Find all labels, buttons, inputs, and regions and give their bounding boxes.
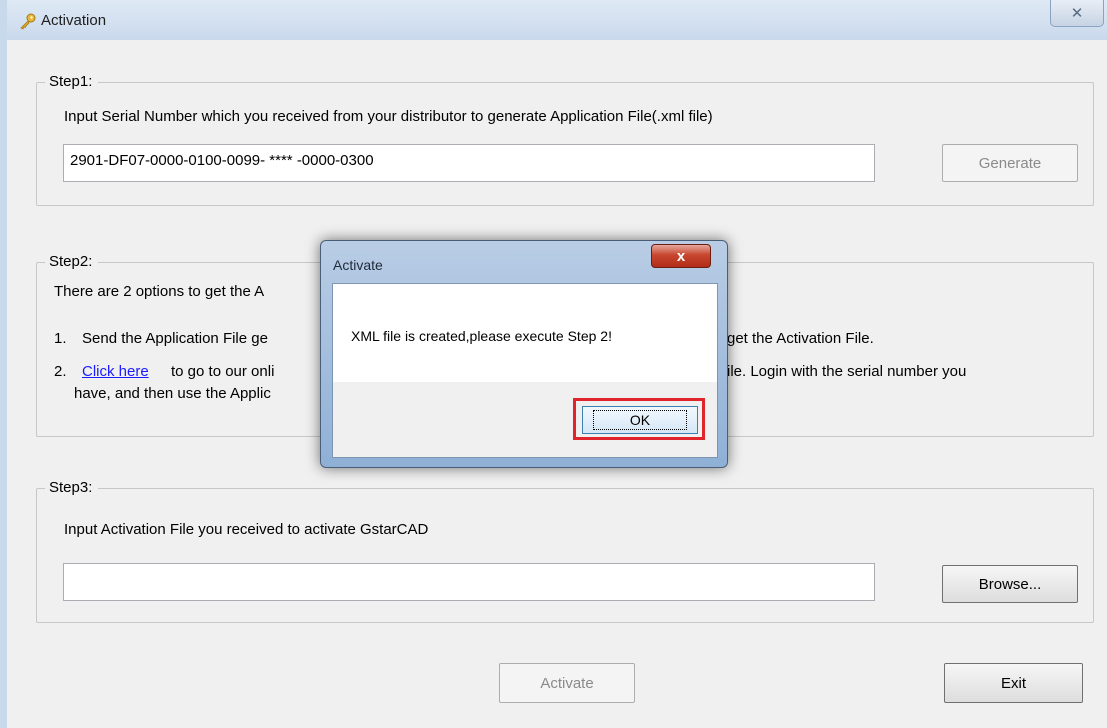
option2-text-line2: have, and then use the Applic	[74, 385, 271, 402]
title-bar: Activation ✕	[7, 0, 1107, 40]
option1-text-right: get the Activation File.	[727, 330, 874, 347]
ok-button[interactable]: OK	[582, 406, 698, 434]
option2-text-left: to go to our onli	[171, 363, 275, 380]
step2-legend: Step2:	[45, 253, 99, 271]
dialog-title: Activate	[333, 257, 383, 273]
step1-legend: Step1:	[45, 73, 99, 91]
key-icon	[20, 13, 36, 30]
dialog-body: XML file is created,please execute Step …	[332, 283, 718, 458]
close-icon: x	[676, 247, 686, 265]
option2-number: 2.	[54, 363, 67, 380]
option2-text-right: ile. Login with the serial number you	[727, 363, 967, 380]
option1-text-left: Send the Application File ge	[82, 330, 268, 347]
serial-number-input[interactable]: 2901-DF07-0000-0100-0099- **** -0000-030…	[63, 144, 875, 182]
generate-button[interactable]: Generate	[942, 144, 1078, 182]
activate-button[interactable]: Activate	[499, 663, 635, 703]
dialog-close-button[interactable]: x	[651, 244, 711, 268]
click-here-link[interactable]: Click here	[82, 363, 149, 381]
activation-file-input[interactable]	[63, 563, 875, 601]
dialog-message: XML file is created,please execute Step …	[351, 328, 612, 344]
option1-number: 1.	[54, 330, 67, 347]
step3-group: Step3: Input Activation File you receive…	[36, 479, 1094, 623]
browse-button[interactable]: Browse...	[942, 565, 1078, 603]
window-close-button[interactable]: ✕	[1050, 0, 1104, 27]
activate-dialog: Activate x XML file is created,please ex…	[320, 240, 728, 468]
dialog-footer: OK	[333, 382, 717, 457]
window-title: Activation	[41, 12, 107, 29]
step2-intro: There are 2 options to get the A	[54, 283, 265, 300]
close-icon: ✕	[1070, 5, 1084, 22]
step3-instruction: Input Activation File you received to ac…	[64, 521, 429, 538]
step3-legend: Step3:	[45, 479, 99, 497]
step1-group: Step1: Input Serial Number which you rec…	[36, 73, 1094, 206]
ok-button-label: OK	[592, 410, 688, 430]
exit-button[interactable]: Exit	[944, 663, 1083, 703]
step1-instruction: Input Serial Number which you received f…	[64, 108, 713, 125]
